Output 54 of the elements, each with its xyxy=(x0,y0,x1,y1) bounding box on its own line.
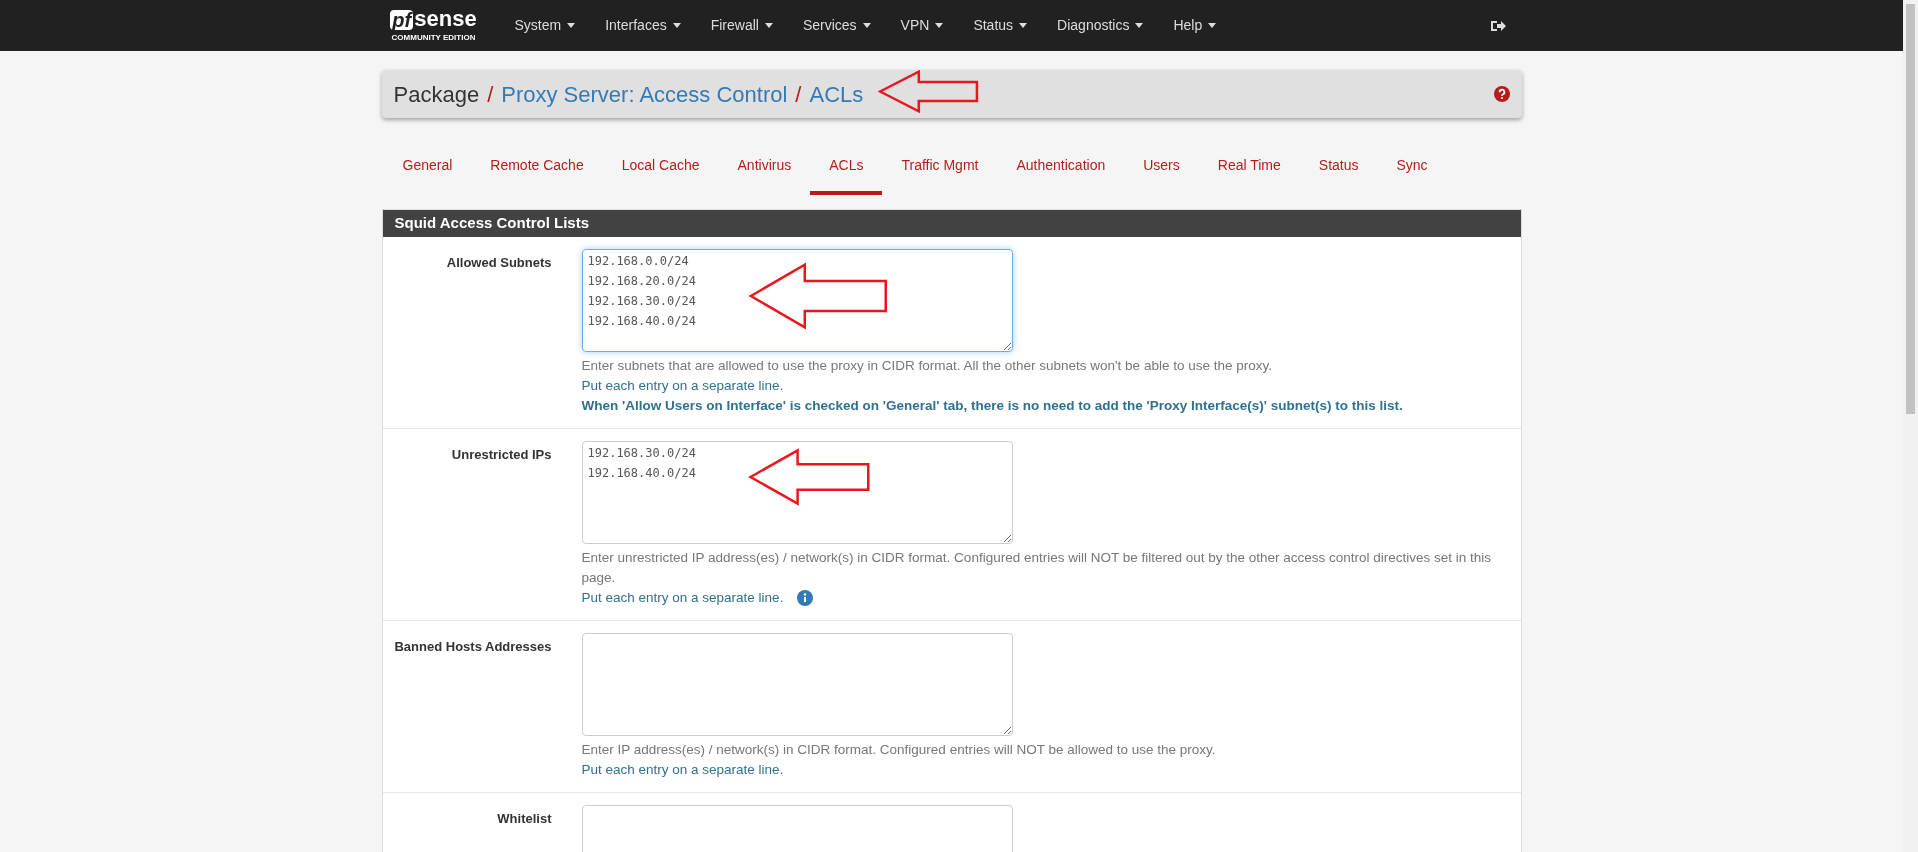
logo[interactable]: pfsense COMMUNITY EDITION xyxy=(377,7,490,44)
nav-tab[interactable]: Users xyxy=(1124,140,1199,195)
nav-menu[interactable]: Interfaces xyxy=(590,0,696,51)
field-label: Whitelist xyxy=(496,810,553,828)
help-text: Put each entry on a separate line. xyxy=(581,377,784,395)
caret-icon xyxy=(1019,23,1028,28)
help-text: Put each entry on a separate line. xyxy=(581,589,784,607)
help-text: Enter unrestricted IP address(es) / network(s) in CIDR format. Configured entries will NOT be filtered out by the other access control directives set in this page. xyxy=(581,549,1493,587)
field-label: Allowed Subnets xyxy=(445,254,553,272)
nav-tab[interactable]: General xyxy=(383,140,472,195)
nav-tab[interactable]: Local Cache xyxy=(602,140,719,195)
nav-tab[interactable]: Authentication xyxy=(997,140,1125,195)
caret-icon xyxy=(935,23,944,28)
caret-icon xyxy=(764,23,773,28)
text-area[interactable]: 192.168.30.0/24 192.168.40.0/24 xyxy=(581,441,1013,544)
caret-icon xyxy=(862,23,871,28)
info-icon[interactable] xyxy=(797,590,814,606)
breadcrumb-separator: / xyxy=(795,80,802,109)
text-area[interactable]: 192.168.0.0/24 192.168.20.0/24 192.168.30.0/24 192.168.40.0/24 xyxy=(581,249,1013,352)
nav-menu[interactable]: Diagnostics xyxy=(1042,0,1159,51)
nav-tab[interactable]: Real Time xyxy=(1198,140,1300,195)
caret-icon xyxy=(672,23,681,28)
logout-icon[interactable] xyxy=(1489,18,1506,33)
nav-menu[interactable]: VPN xyxy=(885,0,959,51)
breadcrumb-root: Package xyxy=(393,80,480,109)
nav-menu[interactable]: Services xyxy=(787,0,886,51)
nav-menu[interactable]: Firewall xyxy=(695,0,788,51)
scrollbar[interactable] xyxy=(1903,0,1918,852)
nav-tab[interactable]: Status xyxy=(1299,140,1378,195)
nav-menu[interactable]: Help xyxy=(1158,0,1232,51)
help-text: Enter subnets that are allowed to use the proxy in CIDR format. All the other subnets won't be able to use the proxy. xyxy=(581,357,1272,375)
nav-tab[interactable]: Remote Cache xyxy=(471,140,603,195)
nav-menu[interactable]: Status xyxy=(958,0,1043,51)
breadcrumb-link[interactable]: ACLs xyxy=(809,77,864,111)
logo-wordmark: sense xyxy=(414,7,477,30)
help-text: Put each entry on a separate line. xyxy=(581,761,784,779)
logo-edition: COMMUNITY EDITION xyxy=(391,31,476,44)
nav-tab[interactable]: Traffic Mgmt xyxy=(882,140,998,195)
panel-header: Squid Access Control Lists xyxy=(382,210,1521,237)
field-label: Unrestricted IPs xyxy=(450,446,553,464)
logo-mark: pf xyxy=(390,9,414,30)
help-text: When 'Allow Users on Interface' is checked on 'General' tab, there is no need to add the 'Proxy Interface(s)' subnet(s) to this list. xyxy=(581,397,1403,415)
nav-tab[interactable]: Antivirus xyxy=(718,140,811,195)
caret-icon xyxy=(1208,23,1217,28)
help-text: Enter IP address(es) / network(s) in CIDR format. Configured entries will NOT be allowed to use the proxy. xyxy=(581,741,1216,759)
caret-icon xyxy=(567,23,576,28)
caret-icon xyxy=(1135,23,1144,28)
breadcrumb-link[interactable]: Proxy Server: Access Control xyxy=(501,77,788,111)
nav-menu[interactable]: System xyxy=(499,0,591,51)
nav-tab[interactable]: ACLs xyxy=(810,140,883,195)
nav-tab[interactable]: Sync xyxy=(1377,140,1447,195)
help-icon[interactable] xyxy=(1493,86,1510,102)
field-label: Banned Hosts Addresses xyxy=(393,638,553,656)
breadcrumb-separator: / xyxy=(487,80,494,109)
